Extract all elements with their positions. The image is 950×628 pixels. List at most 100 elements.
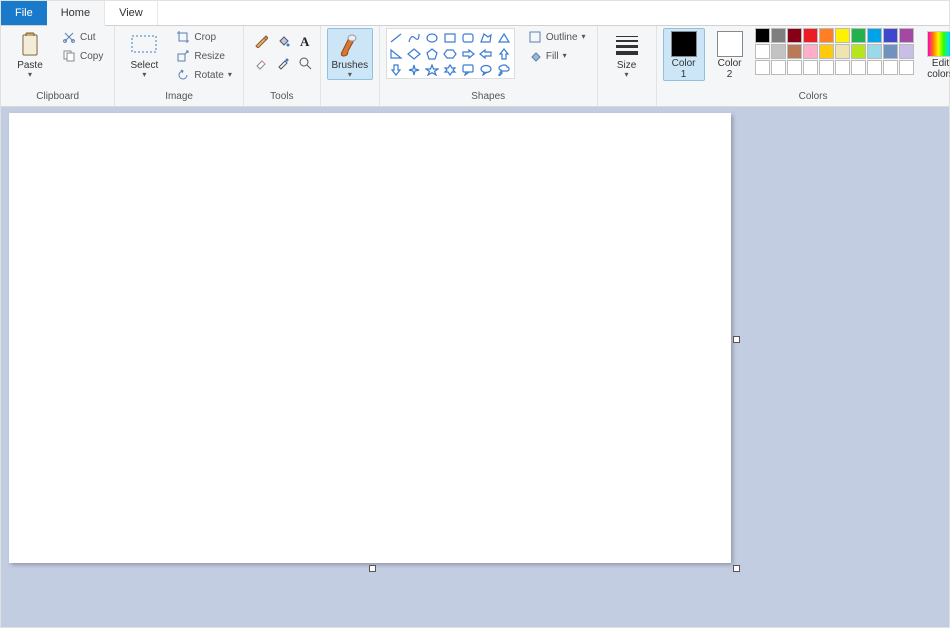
shape-arrow-right[interactable]: [460, 46, 477, 61]
shape-outline-button[interactable]: Outline ▾: [523, 28, 591, 46]
color-swatch[interactable]: [803, 60, 818, 75]
color-swatch[interactable]: [835, 60, 850, 75]
color-swatch[interactable]: [851, 60, 866, 75]
color-swatch[interactable]: [755, 28, 770, 43]
crop-icon: [176, 30, 190, 44]
rotate-button[interactable]: Rotate ▾: [171, 66, 236, 84]
group-image-label: Image: [165, 91, 193, 104]
resize-handle-bottom[interactable]: [369, 565, 376, 572]
color-swatch[interactable]: [755, 44, 770, 59]
outline-label: Outline: [546, 32, 578, 43]
group-colors: Color 1 Color 2 Edit colors Colors: [657, 26, 950, 106]
cut-label: Cut: [80, 32, 96, 43]
color-swatch[interactable]: [787, 44, 802, 59]
tab-view[interactable]: View: [105, 1, 158, 25]
color-swatch[interactable]: [899, 28, 914, 43]
group-brushes: Brushes ▾: [321, 26, 380, 106]
shape-diamond[interactable]: [406, 46, 423, 61]
resize-button[interactable]: Resize: [171, 47, 236, 65]
color-swatch[interactable]: [867, 44, 882, 59]
color-swatch[interactable]: [867, 60, 882, 75]
tab-file[interactable]: File: [1, 1, 47, 25]
color-swatch[interactable]: [835, 44, 850, 59]
group-shapes: Outline ▾ Fill ▾ Shapes: [380, 26, 598, 106]
canvas[interactable]: [9, 113, 731, 563]
shape-star6[interactable]: [442, 62, 459, 77]
shape-arrow-up[interactable]: [496, 46, 513, 61]
color-swatch[interactable]: [899, 60, 914, 75]
color-swatch[interactable]: [819, 28, 834, 43]
copy-button[interactable]: Copy: [57, 47, 108, 65]
eraser-tool[interactable]: [250, 52, 272, 74]
group-clipboard-label: Clipboard: [36, 91, 79, 104]
select-button[interactable]: Select ▾: [121, 28, 167, 80]
color2-button[interactable]: Color 2: [709, 28, 751, 81]
brushes-button[interactable]: Brushes ▾: [327, 28, 373, 80]
color-swatch[interactable]: [819, 60, 834, 75]
color-picker-tool[interactable]: [272, 52, 294, 74]
copy-icon: [62, 49, 76, 63]
edit-colors-button[interactable]: Edit colors: [918, 28, 950, 81]
cut-button[interactable]: Cut: [57, 28, 108, 46]
chevron-down-icon: ▾: [142, 71, 146, 79]
color-swatch[interactable]: [771, 28, 786, 43]
workspace: [1, 107, 949, 627]
shape-polygon[interactable]: [478, 30, 495, 45]
outline-icon: [528, 30, 542, 44]
group-clipboard: Paste ▾ Cut Copy Clipboard: [1, 26, 115, 106]
color-swatch[interactable]: [883, 28, 898, 43]
color2-swatch: [717, 31, 743, 57]
shape-hexagon[interactable]: [442, 46, 459, 61]
size-button[interactable]: Size ▾: [604, 28, 650, 80]
tab-home[interactable]: Home: [47, 1, 105, 26]
shape-rect[interactable]: [442, 30, 459, 45]
shape-arrow-down[interactable]: [388, 62, 405, 77]
color-swatch[interactable]: [883, 60, 898, 75]
text-tool[interactable]: A: [294, 30, 316, 52]
shape-callout-oval[interactable]: [478, 62, 495, 77]
shape-right-triangle[interactable]: [388, 46, 405, 61]
shape-curve[interactable]: [406, 30, 423, 45]
shape-arrow-left[interactable]: [478, 46, 495, 61]
resize-handle-corner[interactable]: [733, 565, 740, 572]
magnifier-tool[interactable]: [294, 52, 316, 74]
color-swatch[interactable]: [771, 60, 786, 75]
color-swatch[interactable]: [899, 44, 914, 59]
pencil-tool[interactable]: [250, 30, 272, 52]
color1-button[interactable]: Color 1: [663, 28, 705, 81]
ribbon: Paste ▾ Cut Copy Clipboard: [1, 26, 949, 107]
color-swatch[interactable]: [787, 60, 802, 75]
paste-button[interactable]: Paste ▾: [7, 28, 53, 80]
shape-callout-rect[interactable]: [460, 62, 477, 77]
shapes-gallery[interactable]: [386, 28, 515, 79]
crop-label: Crop: [194, 32, 216, 43]
color-swatch[interactable]: [883, 44, 898, 59]
group-tools: A Tools: [244, 26, 321, 106]
chevron-down-icon: ▾: [348, 71, 352, 79]
color-swatch[interactable]: [835, 28, 850, 43]
shape-oval[interactable]: [424, 30, 441, 45]
color-swatch[interactable]: [803, 44, 818, 59]
resize-handle-right[interactable]: [733, 336, 740, 343]
color-swatch[interactable]: [867, 28, 882, 43]
fill-tool[interactable]: [272, 30, 294, 52]
color-swatch[interactable]: [803, 28, 818, 43]
color-swatch[interactable]: [771, 44, 786, 59]
shape-star5[interactable]: [424, 62, 441, 77]
shape-triangle[interactable]: [496, 30, 513, 45]
shape-roundrect[interactable]: [460, 30, 477, 45]
shape-star4[interactable]: [406, 62, 423, 77]
group-colors-label: Colors: [799, 91, 828, 104]
shape-callout-cloud[interactable]: [496, 62, 513, 77]
chevron-down-icon: ▾: [28, 71, 32, 79]
color-swatch[interactable]: [755, 60, 770, 75]
shape-line[interactable]: [388, 30, 405, 45]
color-swatch[interactable]: [851, 28, 866, 43]
color-swatch[interactable]: [787, 28, 802, 43]
shape-fill-button[interactable]: Fill ▾: [523, 47, 591, 65]
color-swatch[interactable]: [851, 44, 866, 59]
shape-pentagon[interactable]: [424, 46, 441, 61]
crop-button[interactable]: Crop: [171, 28, 236, 46]
color-swatch[interactable]: [819, 44, 834, 59]
resize-icon: [176, 49, 190, 63]
